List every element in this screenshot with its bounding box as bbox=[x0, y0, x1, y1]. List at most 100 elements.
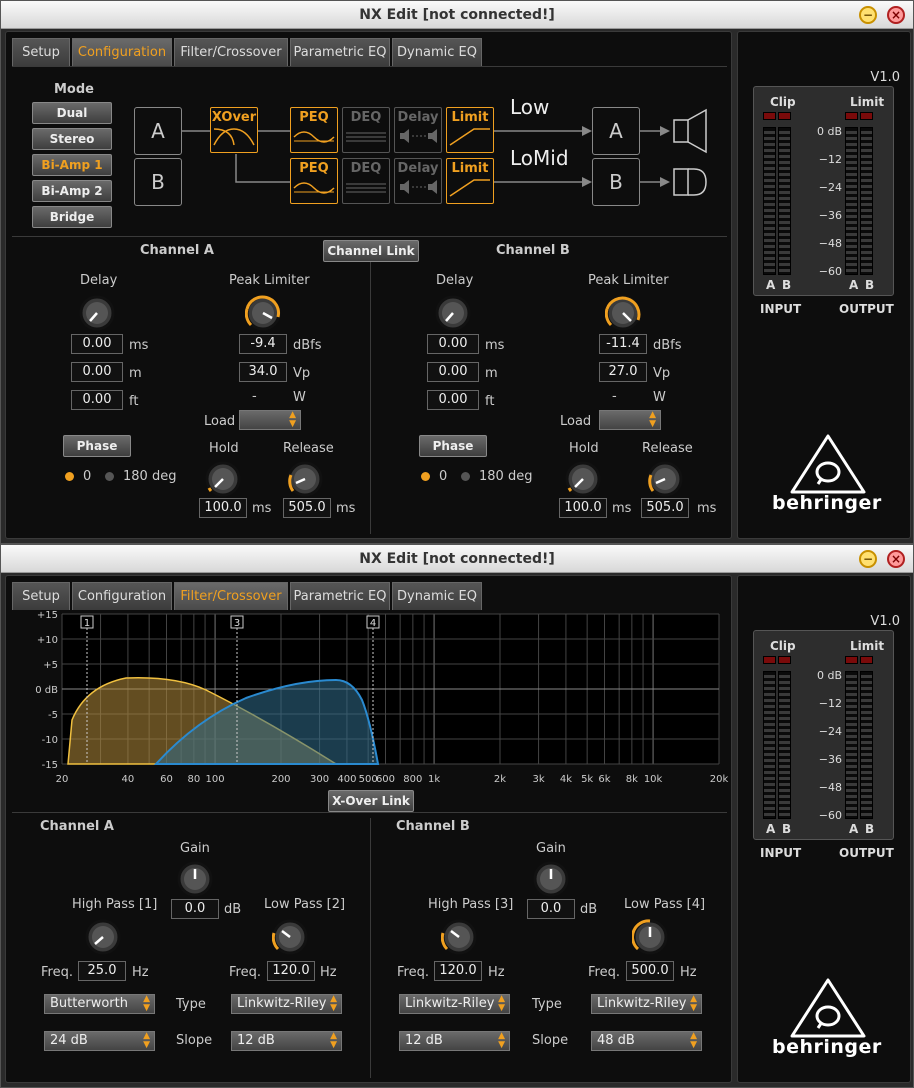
unit-w: W bbox=[293, 390, 306, 405]
peak-vp-field[interactable]: 34.0 bbox=[239, 362, 287, 382]
input-meter-b bbox=[778, 671, 791, 819]
deq-a-block[interactable]: DEQ bbox=[342, 107, 390, 153]
scale-36: −36 bbox=[818, 209, 842, 222]
high-pass-slope-dropdown[interactable]: 12 dB ▲ ▼ bbox=[399, 1031, 510, 1051]
phase-180-radio[interactable] bbox=[461, 472, 470, 481]
peak-vp-field[interactable]: 27.0 bbox=[599, 362, 647, 382]
watt-value: - bbox=[612, 389, 617, 404]
frequency-response-graph[interactable]: 1 3 4 +15+10+50 dB-5-10-15 20 40 60 80 100 20… bbox=[6, 610, 731, 810]
delay-knob[interactable] bbox=[79, 295, 115, 331]
brand-label: behringer bbox=[772, 1036, 882, 1058]
peak-limiter-label: Peak Limiter bbox=[588, 273, 669, 288]
delay-ms-field[interactable]: 0.00 bbox=[71, 334, 123, 354]
low-pass-slope-dropdown[interactable]: 12 dB ▲ ▼ bbox=[231, 1031, 342, 1051]
limit-a-block[interactable]: Limit bbox=[446, 107, 494, 153]
phase-0-radio[interactable] bbox=[65, 472, 74, 481]
phase-0-radio[interactable] bbox=[421, 472, 430, 481]
high-pass-type-dropdown[interactable]: Linkwitz-Riley ▲ ▼ bbox=[399, 994, 510, 1014]
delay-knob[interactable] bbox=[435, 295, 471, 331]
tab-parametric-eq[interactable]: Parametric EQ bbox=[290, 582, 390, 610]
phase-button[interactable]: Phase bbox=[419, 435, 487, 457]
phase-0-label: 0 bbox=[83, 469, 92, 484]
close-icon[interactable]: × bbox=[887, 550, 905, 568]
version-label: V1.0 bbox=[870, 614, 900, 629]
frequency-tick-label: 6k bbox=[598, 774, 610, 785]
limit-label: Limit bbox=[850, 639, 885, 653]
phase-180-label: 180 deg bbox=[479, 469, 533, 484]
speaker-delay-icon bbox=[400, 129, 437, 143]
gain-knob[interactable] bbox=[177, 861, 213, 897]
low-pass-freq-field[interactable]: 120.0 bbox=[267, 961, 315, 981]
delay-ft-field[interactable]: 0.00 bbox=[427, 390, 479, 410]
input-meter-a bbox=[763, 127, 776, 275]
peq-b-block[interactable]: PEQ bbox=[290, 158, 338, 204]
version-label: V1.0 bbox=[870, 70, 900, 85]
peak-dbfs-field[interactable]: -9.4 bbox=[239, 334, 287, 354]
delay-m-field[interactable]: 0.00 bbox=[427, 362, 479, 382]
deq-b-block[interactable]: DEQ bbox=[342, 158, 390, 204]
peak-limiter-knob[interactable] bbox=[605, 295, 641, 331]
delay-b-block[interactable]: Delay bbox=[394, 158, 442, 204]
limit-b-block[interactable]: Limit bbox=[446, 158, 494, 204]
delay-m-field[interactable]: 0.00 bbox=[71, 362, 123, 382]
tab-setup[interactable]: Setup bbox=[12, 582, 70, 610]
hold-knob[interactable] bbox=[205, 461, 241, 497]
title-bar[interactable]: NX Edit [not connected!] − × bbox=[1, 1, 913, 29]
load-dropdown[interactable]: ▲ ▼ bbox=[599, 410, 661, 430]
tab-filter-crossover[interactable]: Filter/Crossover bbox=[174, 582, 288, 610]
low-pass-freq-field[interactable]: 500.0 bbox=[626, 961, 674, 981]
channel-b-title: Channel B bbox=[496, 243, 570, 258]
title-bar[interactable]: NX Edit [not connected!] − × bbox=[1, 545, 913, 573]
hold-knob[interactable] bbox=[565, 461, 601, 497]
output-a-block[interactable]: A bbox=[592, 107, 640, 155]
channel-divider bbox=[370, 818, 371, 1078]
window-title: NX Edit [not connected!] bbox=[359, 551, 555, 567]
output-b-block[interactable]: B bbox=[592, 158, 640, 206]
release-field[interactable]: 505.0 bbox=[283, 498, 331, 518]
unit-ms: ms bbox=[129, 338, 149, 353]
low-pass-type-dropdown[interactable]: Linkwitz-Riley ▲ ▼ bbox=[591, 994, 702, 1014]
xover-block[interactable]: XOver bbox=[210, 107, 258, 153]
phase-0-label: 0 bbox=[439, 469, 448, 484]
delay-ft-field[interactable]: 0.00 bbox=[71, 390, 123, 410]
delay-ms-field[interactable]: 0.00 bbox=[427, 334, 479, 354]
gain-field[interactable]: 0.0 bbox=[527, 899, 575, 919]
low-pass-freq-knob[interactable] bbox=[632, 919, 668, 955]
high-pass-freq-field[interactable]: 120.0 bbox=[434, 961, 482, 981]
slope-label: Slope bbox=[176, 1033, 213, 1048]
minimize-icon[interactable]: − bbox=[859, 550, 877, 568]
gain-field[interactable]: 0.0 bbox=[171, 899, 219, 919]
band-low-label: Low bbox=[510, 95, 550, 119]
phase-button[interactable]: Phase bbox=[63, 435, 131, 457]
channel-link-button[interactable]: Channel Link bbox=[323, 240, 419, 262]
peak-dbfs-field[interactable]: -11.4 bbox=[599, 334, 647, 354]
minimize-icon[interactable]: − bbox=[859, 6, 877, 24]
low-pass-slope-dropdown[interactable]: 48 dB ▲ ▼ bbox=[591, 1031, 702, 1051]
high-pass-slope-dropdown[interactable]: 24 dB ▲ ▼ bbox=[44, 1031, 155, 1051]
hold-field[interactable]: 100.0 bbox=[199, 498, 247, 518]
peak-limiter-knob[interactable] bbox=[245, 295, 281, 331]
peq-a-block[interactable]: PEQ bbox=[290, 107, 338, 153]
xover-link-button[interactable]: X-Over Link bbox=[328, 790, 414, 812]
hold-field[interactable]: 100.0 bbox=[559, 498, 607, 518]
high-pass-freq-knob[interactable] bbox=[85, 919, 121, 955]
dropdown-arrow-icon: ▲ ▼ bbox=[498, 994, 505, 1013]
tab-configuration[interactable]: Configuration bbox=[72, 582, 172, 610]
low-pass-type-dropdown[interactable]: Linkwitz-Riley ▲ ▼ bbox=[231, 994, 342, 1014]
release-field[interactable]: 505.0 bbox=[641, 498, 689, 518]
gain-knob[interactable] bbox=[533, 861, 569, 897]
delay-a-block[interactable]: Delay bbox=[394, 107, 442, 153]
high-pass-freq-field[interactable]: 25.0 bbox=[78, 961, 126, 981]
load-dropdown[interactable]: ▲ ▼ bbox=[239, 410, 301, 430]
release-knob[interactable] bbox=[647, 461, 683, 497]
high-pass-freq-knob[interactable] bbox=[441, 919, 477, 955]
unit-hz: Hz bbox=[488, 965, 505, 980]
tab-dynamic-eq[interactable]: Dynamic EQ bbox=[392, 582, 482, 610]
release-knob[interactable] bbox=[287, 461, 323, 497]
meter-b-label: B bbox=[865, 278, 875, 292]
low-pass-freq-knob[interactable] bbox=[272, 919, 308, 955]
phase-180-radio[interactable] bbox=[105, 472, 114, 481]
frequency-tick-label: 800 bbox=[403, 774, 422, 785]
high-pass-type-dropdown[interactable]: Butterworth ▲ ▼ bbox=[44, 994, 155, 1014]
close-icon[interactable]: × bbox=[887, 6, 905, 24]
